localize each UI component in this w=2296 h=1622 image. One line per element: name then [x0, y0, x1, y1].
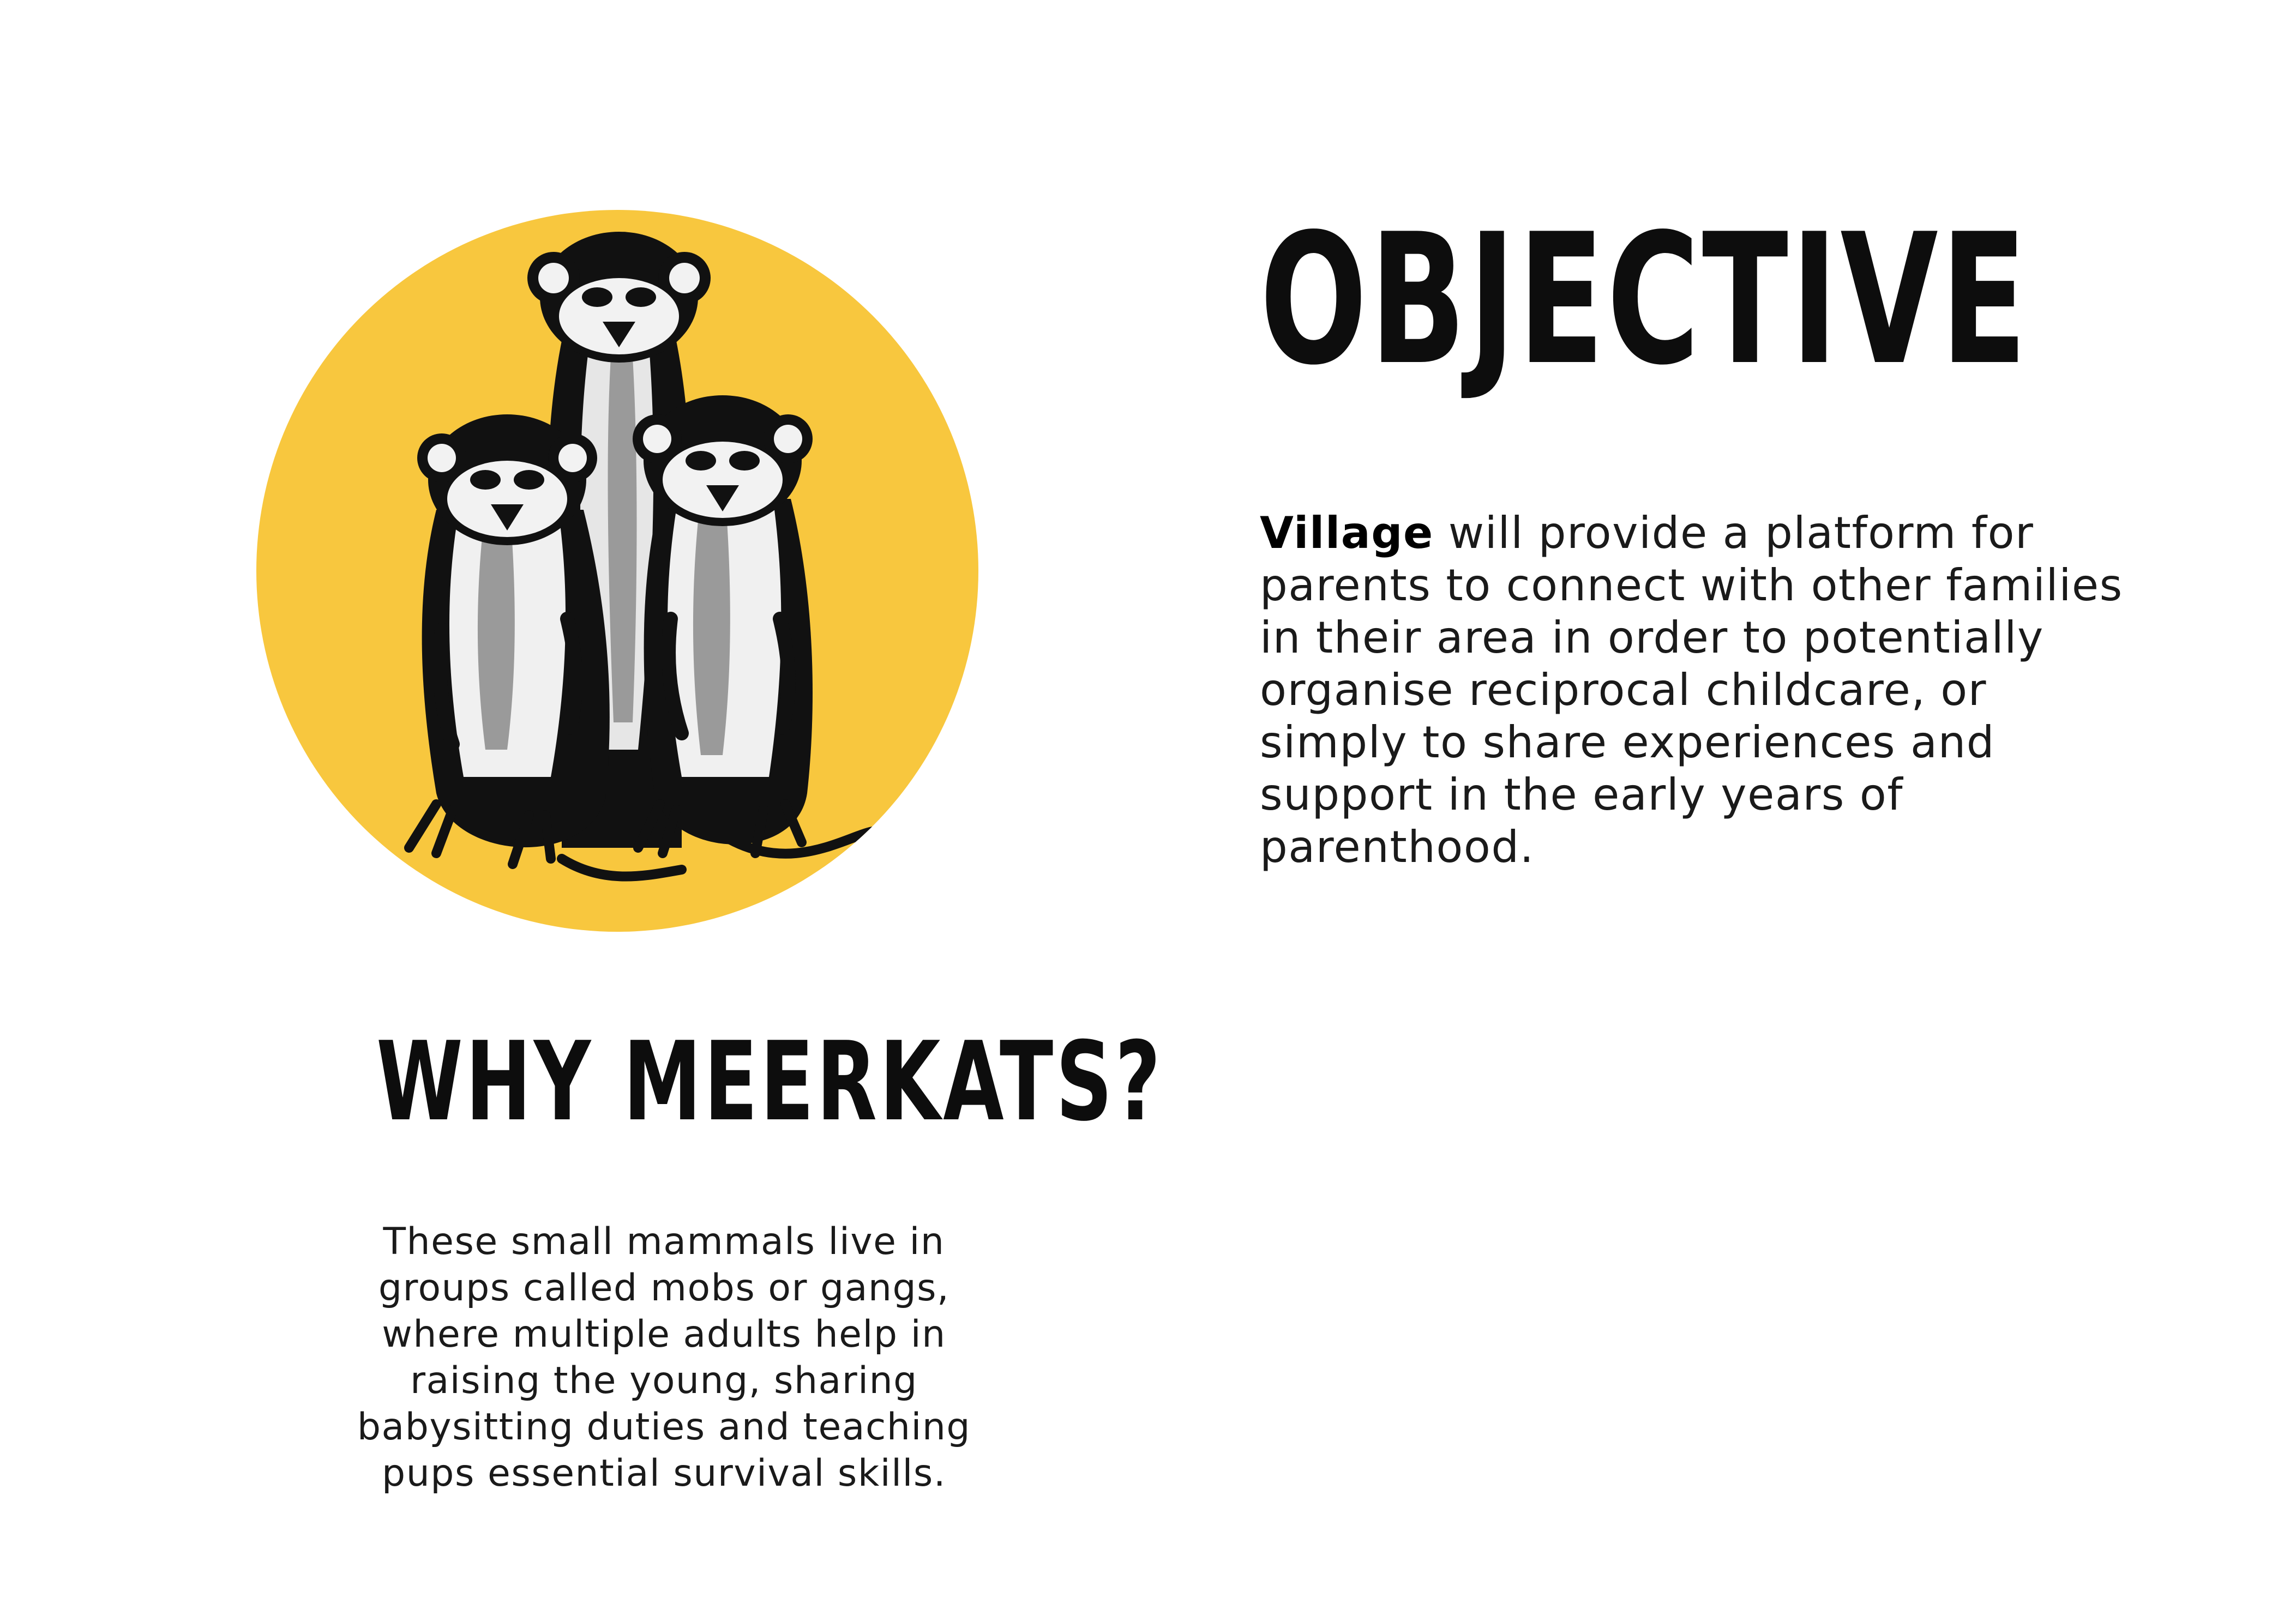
meerkat-illustration [256, 204, 979, 938]
why-meerkats-heading: WHY MEERKATS? [376, 1018, 1163, 1145]
brand-name: Village [1260, 508, 1434, 558]
meerkat-right [633, 395, 813, 858]
meerkat-left [404, 414, 610, 869]
objective-heading: OBJECTIVE [1260, 195, 2030, 405]
objective-paragraph: Village will provide a platform for pare… [1260, 507, 2143, 873]
objective-body-text: will provide a platform for parents to c… [1260, 508, 2123, 872]
why-meerkats-paragraph: These small mammals live in groups calle… [357, 1220, 971, 1495]
